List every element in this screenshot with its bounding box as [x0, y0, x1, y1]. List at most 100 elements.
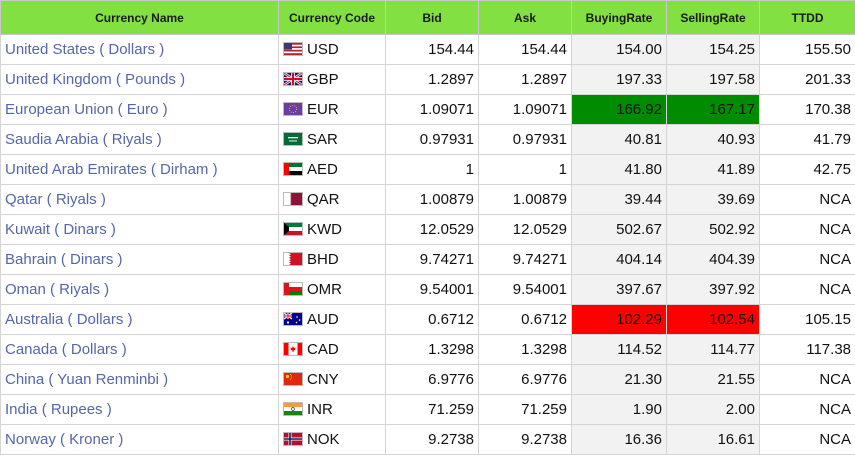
- buying-rate-cell: 397.67: [572, 275, 667, 305]
- exchange-rates-table: Currency Name Currency Code Bid Ask Buyi…: [0, 0, 855, 455]
- currency-name-cell: Oman ( Riyals ): [1, 275, 279, 305]
- currency-name-cell: Qatar ( Riyals ): [1, 185, 279, 215]
- ask-cell: 1: [479, 155, 572, 185]
- currency-code-cell: SAR: [279, 125, 386, 155]
- ask-cell: 0.97931: [479, 125, 572, 155]
- header-ttdd: TTDD: [760, 1, 855, 35]
- selling-rate-cell: 154.25: [667, 35, 760, 65]
- currency-code: CNY: [307, 371, 339, 388]
- header-buying-rate: BuyingRate: [572, 1, 667, 35]
- currency-name-cell: United States ( Dollars ): [1, 35, 279, 65]
- currency-code: SAR: [307, 131, 338, 148]
- table-header-row: Currency Name Currency Code Bid Ask Buyi…: [1, 1, 855, 35]
- bid-cell: 71.259: [386, 395, 479, 425]
- buying-rate-cell: 39.44: [572, 185, 667, 215]
- ask-cell: 71.259: [479, 395, 572, 425]
- currency-name-link[interactable]: China ( Yuan Renminbi ): [5, 371, 168, 388]
- table-row: Canada ( Dollars )CAD1.32981.3298114.521…: [1, 335, 855, 365]
- currency-name-cell: Norway ( Kroner ): [1, 425, 279, 455]
- table-row: Saudia Arabia ( Riyals )SAR0.979310.9793…: [1, 125, 855, 155]
- selling-rate-cell: 21.55: [667, 365, 760, 395]
- selling-rate-cell: 397.92: [667, 275, 760, 305]
- ttdd-cell: NCA: [760, 245, 855, 275]
- ttdd-cell: 117.38: [760, 335, 855, 365]
- currency-code: INR: [307, 401, 333, 418]
- ttdd-cell: NCA: [760, 215, 855, 245]
- currency-name-link[interactable]: Qatar ( Riyals ): [5, 191, 106, 208]
- currency-name-link[interactable]: Oman ( Riyals ): [5, 281, 109, 298]
- eu-flag-icon: [283, 102, 303, 116]
- currency-name-cell: Saudia Arabia ( Riyals ): [1, 125, 279, 155]
- bid-cell: 154.44: [386, 35, 479, 65]
- ttdd-cell: NCA: [760, 425, 855, 455]
- currency-name-cell: India ( Rupees ): [1, 395, 279, 425]
- currency-code: QAR: [307, 191, 340, 208]
- selling-rate-cell: 39.69: [667, 185, 760, 215]
- currency-code: KWD: [307, 221, 342, 238]
- selling-rate-cell: 2.00: [667, 395, 760, 425]
- ask-cell: 1.00879: [479, 185, 572, 215]
- currency-code-cell: CAD: [279, 335, 386, 365]
- currency-name-link[interactable]: Bahrain ( Dinars ): [5, 251, 123, 268]
- currency-name-link[interactable]: India ( Rupees ): [5, 401, 112, 418]
- currency-name-link[interactable]: United Arab Emirates ( Dirham ): [5, 161, 218, 178]
- buying-rate-cell: 197.33: [572, 65, 667, 95]
- bid-cell: 12.0529: [386, 215, 479, 245]
- buying-rate-cell: 41.80: [572, 155, 667, 185]
- currency-name-cell: Australia ( Dollars ): [1, 305, 279, 335]
- currency-name-link[interactable]: Norway ( Kroner ): [5, 431, 123, 448]
- saudi-flag-icon: [283, 132, 303, 146]
- currency-name-link[interactable]: Kuwait ( Dinars ): [5, 221, 116, 238]
- qatar-flag-icon: [283, 192, 303, 206]
- currency-name-link[interactable]: European Union ( Euro ): [5, 101, 168, 118]
- table-row: United Kingdom ( Pounds )GBP1.28971.2897…: [1, 65, 855, 95]
- table-row: United States ( Dollars )USD154.44154.44…: [1, 35, 855, 65]
- ask-cell: 9.2738: [479, 425, 572, 455]
- ask-cell: 1.2897: [479, 65, 572, 95]
- currency-name-link[interactable]: United States ( Dollars ): [5, 41, 164, 58]
- currency-code: AED: [307, 161, 338, 178]
- currency-code-cell: CNY: [279, 365, 386, 395]
- currency-code-cell: EUR: [279, 95, 386, 125]
- currency-code-cell: QAR: [279, 185, 386, 215]
- currency-name-cell: Canada ( Dollars ): [1, 335, 279, 365]
- currency-code: EUR: [307, 101, 339, 118]
- currency-name-link[interactable]: Saudia Arabia ( Riyals ): [5, 131, 162, 148]
- currency-code-cell: BHD: [279, 245, 386, 275]
- currency-name-cell: China ( Yuan Renminbi ): [1, 365, 279, 395]
- bid-cell: 0.6712: [386, 305, 479, 335]
- currency-name-link[interactable]: Australia ( Dollars ): [5, 311, 133, 328]
- buying-rate-cell: 40.81: [572, 125, 667, 155]
- selling-rate-cell: 40.93: [667, 125, 760, 155]
- currency-name-link[interactable]: Canada ( Dollars ): [5, 341, 127, 358]
- ttdd-cell: 41.79: [760, 125, 855, 155]
- bid-cell: 1.09071: [386, 95, 479, 125]
- ttdd-cell: 105.15: [760, 305, 855, 335]
- buying-rate-cell: 404.14: [572, 245, 667, 275]
- ttdd-cell: NCA: [760, 185, 855, 215]
- table-row: Bahrain ( Dinars )BHD9.742719.74271404.1…: [1, 245, 855, 275]
- currency-code-cell: AED: [279, 155, 386, 185]
- ttdd-cell: 201.33: [760, 65, 855, 95]
- ask-cell: 1.3298: [479, 335, 572, 365]
- selling-rate-cell: 102.54: [667, 305, 760, 335]
- ttdd-cell: NCA: [760, 275, 855, 305]
- header-bid: Bid: [386, 1, 479, 35]
- currency-name-link[interactable]: United Kingdom ( Pounds ): [5, 71, 185, 88]
- currency-name-cell: United Arab Emirates ( Dirham ): [1, 155, 279, 185]
- currency-code-cell: INR: [279, 395, 386, 425]
- header-currency-name: Currency Name: [1, 1, 279, 35]
- australia-flag-icon: [283, 312, 303, 326]
- currency-code-cell: OMR: [279, 275, 386, 305]
- uae-flag-icon: [283, 162, 303, 176]
- table-row: Qatar ( Riyals )QAR1.008791.0087939.4439…: [1, 185, 855, 215]
- header-ask: Ask: [479, 1, 572, 35]
- currency-code-cell: GBP: [279, 65, 386, 95]
- buying-rate-cell: 102.29: [572, 305, 667, 335]
- bid-cell: 1.3298: [386, 335, 479, 365]
- buying-rate-cell: 114.52: [572, 335, 667, 365]
- bahrain-flag-icon: [283, 252, 303, 266]
- ttdd-cell: 170.38: [760, 95, 855, 125]
- currency-code: USD: [307, 41, 339, 58]
- currency-code: BHD: [307, 251, 339, 268]
